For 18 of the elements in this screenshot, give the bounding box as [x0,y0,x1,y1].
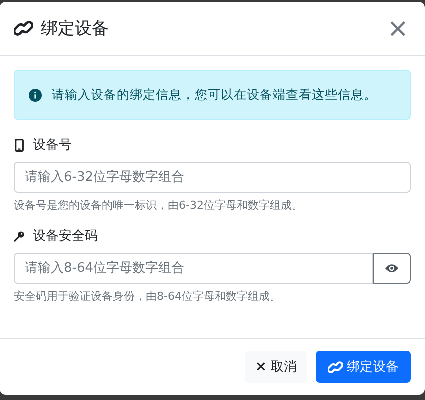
input-field[interactable]: 请输入8-64位字母数字组合 [14,253,373,284]
show-password-button[interactable] [373,253,411,284]
phone-icon [14,138,25,152]
alert-text: 请输入设备的绑定信息，您可以在设备端查看这些信息。 [52,86,377,104]
help-text: 设备号是您的设备的唯一标识，由6-32位字母和数字组成。 [14,198,304,213]
dialog-title: 绑定设备 [41,18,109,40]
close-button[interactable]: × [383,16,413,42]
bind-button[interactable]: 绑定设备 [316,351,411,383]
input-field[interactable]: 请输入6-32位字母数字组合 [14,162,411,193]
link-icon [328,360,343,374]
field-label: 设备号 [33,137,72,154]
eye-icon [385,263,399,274]
info-icon [29,88,42,102]
field-label: 设备安全码 [33,228,98,245]
link-icon [14,19,33,38]
cancel-button[interactable]: × 取消 [245,351,307,383]
key-icon [14,230,25,242]
help-text: 安全码用于验证设备身份，由8-64位字母和数字组成。 [14,289,282,304]
